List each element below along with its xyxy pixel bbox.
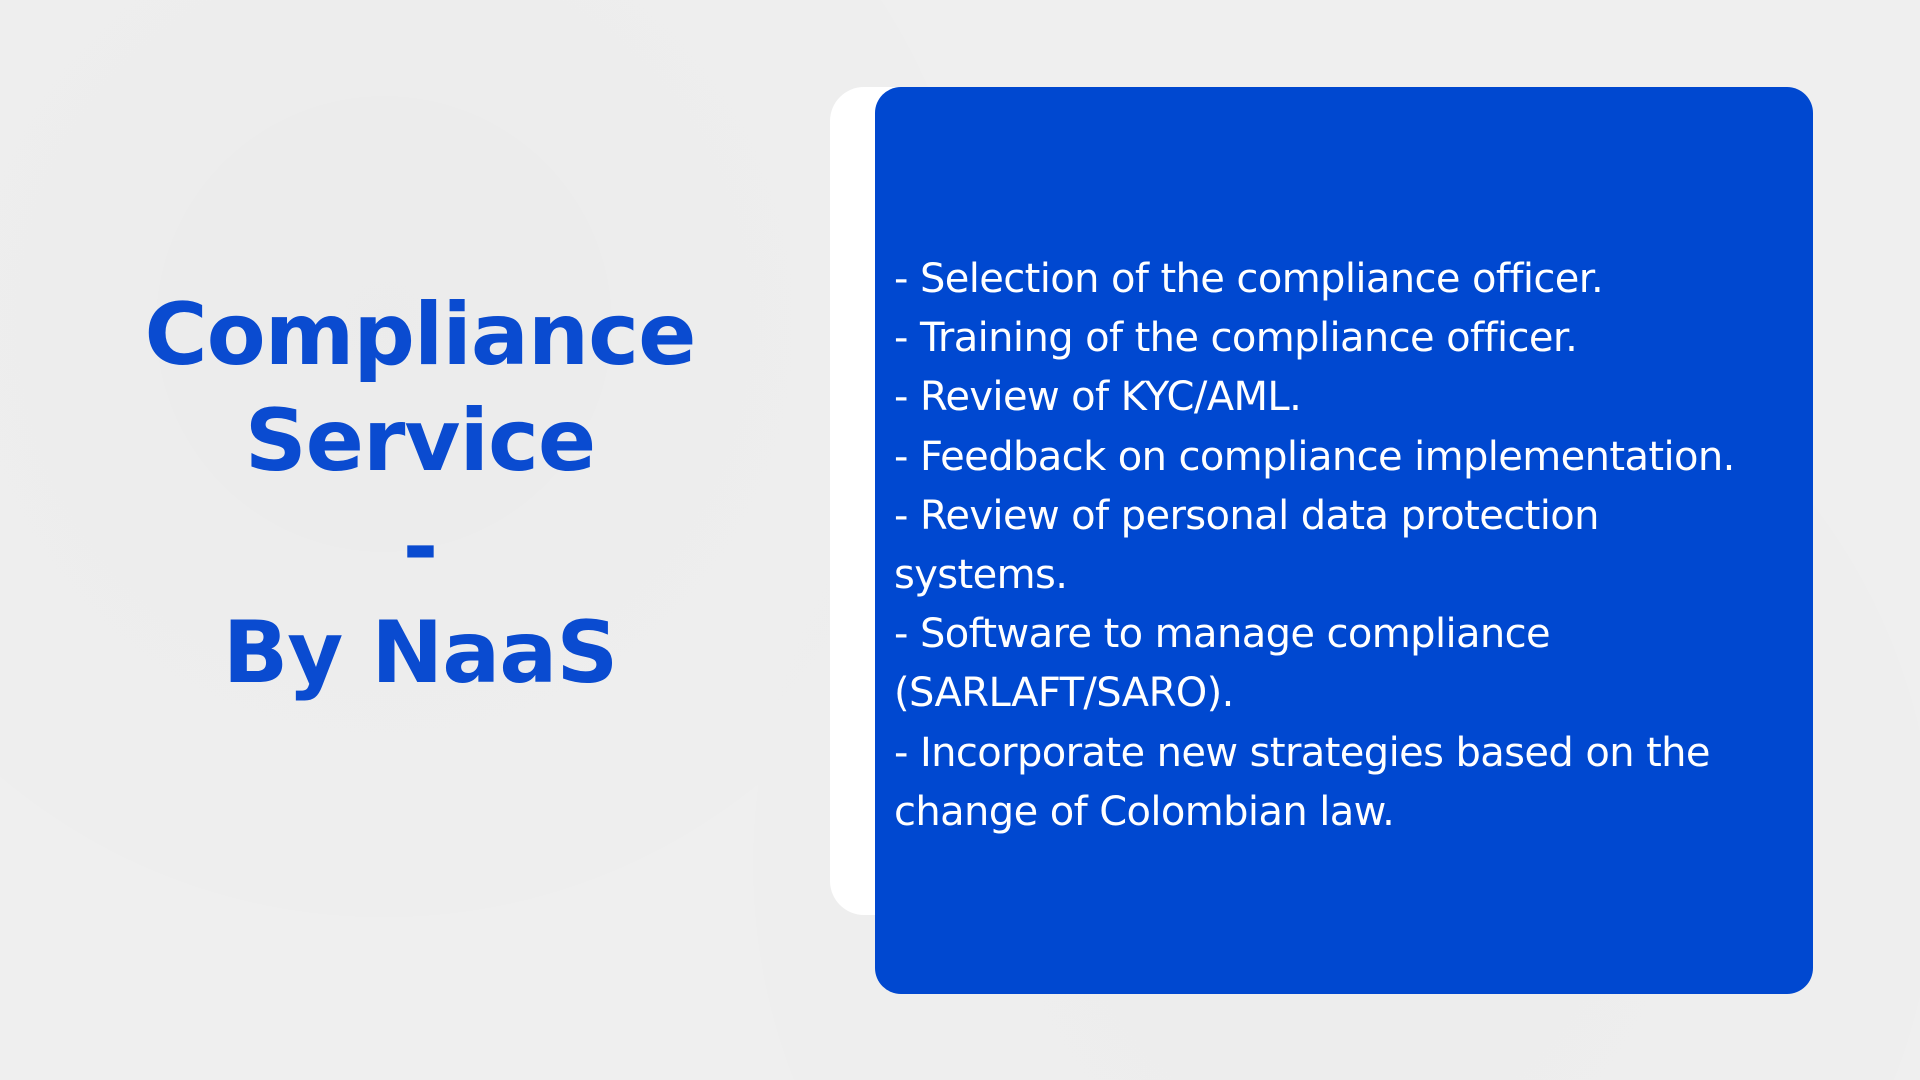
list-item: - Incorporate new strategies based on th… bbox=[894, 729, 1711, 835]
list-item: - Review of personal data protection sys… bbox=[894, 492, 1599, 599]
title-line-1: Compliance bbox=[144, 285, 697, 385]
title-line-2: Service bbox=[244, 391, 597, 491]
list-item: - Feedback on compliance implementation. bbox=[894, 433, 1735, 480]
service-list: - Selection of the compliance officer. -… bbox=[894, 250, 1784, 842]
list-item: - Training of the compliance officer. bbox=[894, 315, 1578, 362]
title-line-4: By NaaS bbox=[222, 603, 619, 703]
list-item: - Review of KYC/AML. bbox=[894, 374, 1302, 421]
list-item: - Software to manage compliance (SARLAFT… bbox=[894, 611, 1551, 717]
list-item: - Selection of the compliance officer. bbox=[894, 256, 1604, 302]
slide-title: Compliance Service - By NaaS bbox=[60, 282, 780, 706]
title-separator: - bbox=[402, 497, 439, 597]
